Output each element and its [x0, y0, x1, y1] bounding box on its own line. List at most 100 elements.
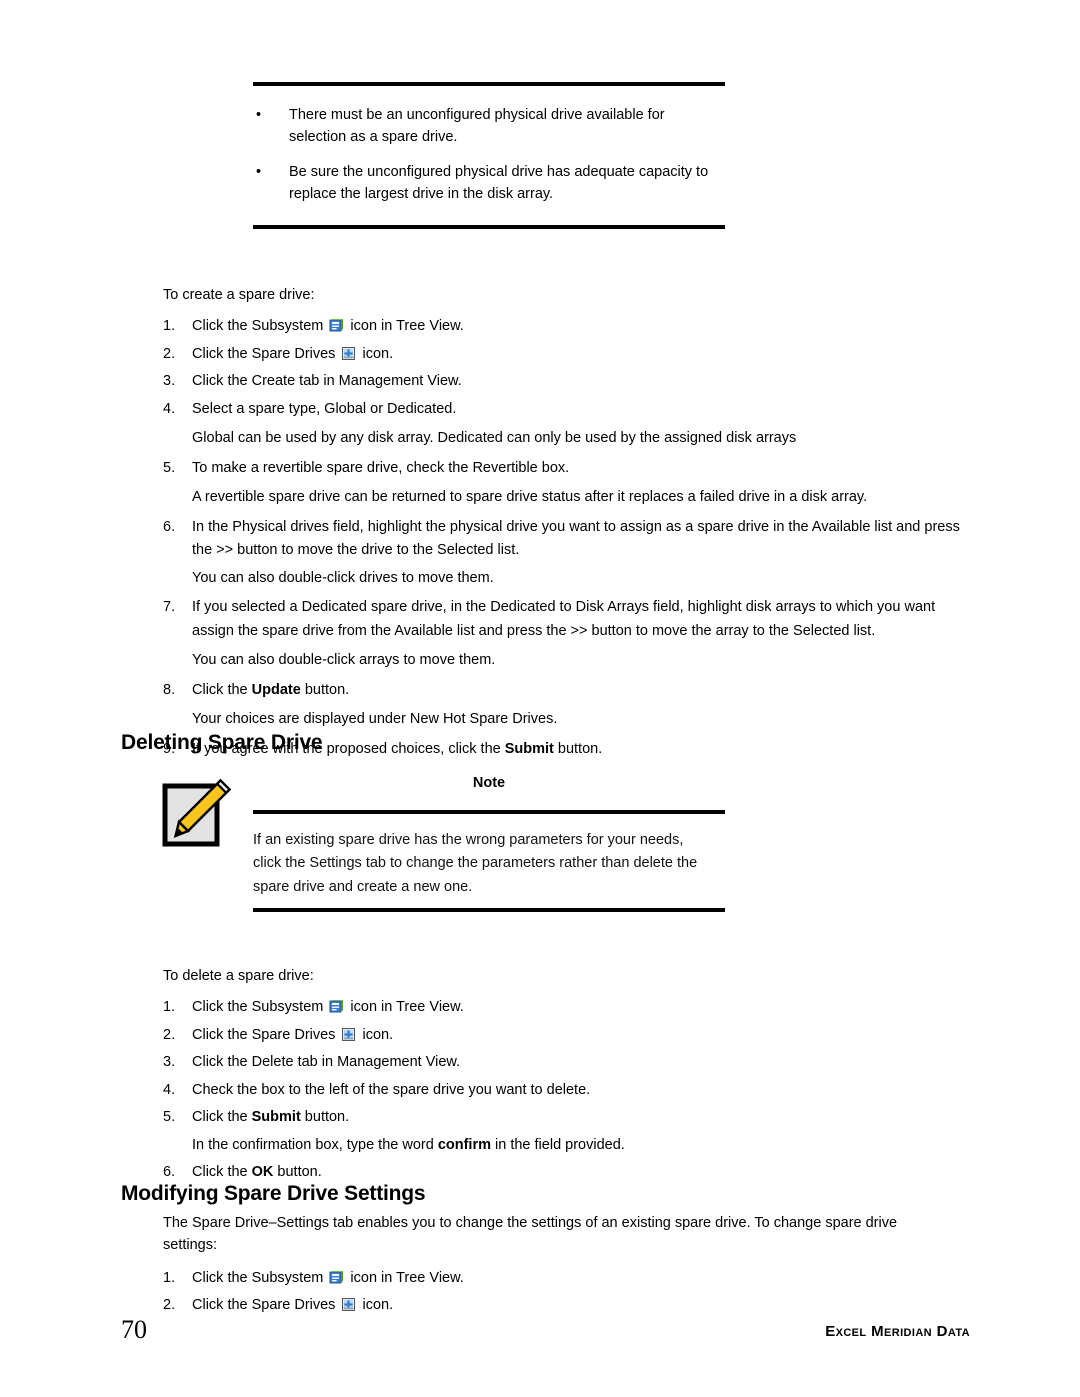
step-explanation: Your choices are displayed under New Hot… — [192, 711, 558, 728]
step-number: 2. — [163, 1297, 176, 1314]
step-number: 1. — [163, 1269, 176, 1286]
procedure-step: 1. Click the Subsystem icon in Tree View… — [163, 996, 963, 1019]
step-text: To make a revertible spare drive, check … — [192, 459, 570, 476]
create-procedure-intro: To create a spare drive: — [163, 287, 315, 303]
procedure-step: 3. Click the Delete tab in Management Vi… — [163, 1051, 963, 1074]
procedure-step: 2. Click the Spare Drives icon. — [163, 343, 963, 366]
procedure-step: 5. To make a revertible spare drive, che… — [163, 457, 963, 480]
step-text-pre: Click the — [192, 681, 252, 698]
step-explanation: In the confirmation box, type the word c… — [192, 1134, 963, 1157]
procedure-step: 2. Click the Spare Drives icon. — [163, 1024, 963, 1047]
step-number: 1. — [163, 999, 176, 1016]
step-text-post: icon. — [358, 1297, 394, 1314]
step-number: 8. — [163, 681, 176, 698]
procedure-step: 1. Click the Subsystem icon in Tree View… — [163, 315, 963, 338]
step-text-pre: Click the — [192, 1109, 252, 1126]
step-text-post: button. — [273, 1164, 322, 1181]
procedure-step: 7. If you selected a Dedicated spare dri… — [163, 596, 963, 643]
step-number: 5. — [163, 459, 176, 476]
step-text: Click the Delete tab in Management View. — [192, 1054, 461, 1071]
step-number: 1. — [163, 318, 176, 335]
subsystem-icon — [329, 999, 344, 1014]
step-number: 5. — [163, 1109, 176, 1126]
step-number: 3. — [163, 373, 176, 390]
explanation-bold-term: confirm — [437, 1136, 491, 1153]
step-bold-term: Update — [251, 681, 301, 698]
step-number: 3. — [163, 1054, 176, 1071]
step-text-pre: Click the Subsystem — [192, 1269, 328, 1286]
step-text: In the Physical drives field, highlight … — [192, 518, 960, 559]
step-text-pre: Click the Subsystem — [192, 999, 328, 1016]
procedure-step: 5. Click the Submit button. — [163, 1106, 963, 1129]
step-text-post: icon. — [358, 345, 394, 362]
step-explanation: Global can be used by any disk array. De… — [192, 430, 797, 447]
step-text-pre: Click the Spare Drives — [192, 1026, 340, 1043]
explanation-pre: In the confirmation box, type the word — [192, 1136, 438, 1153]
step-text-pre: Click the Subsystem — [192, 318, 328, 335]
bullet-item: • Be sure the unconfigured physical driv… — [253, 161, 723, 206]
procedure-step: 4. Select a spare type, Global or Dedica… — [163, 398, 963, 421]
top-callout-bullets: • There must be an unconfigured physical… — [253, 104, 723, 212]
step-text-post: icon. — [358, 1026, 394, 1043]
step-number: 2. — [163, 345, 176, 362]
footer-page-number: 70 — [121, 1315, 147, 1344]
bullet-item: • There must be an unconfigured physical… — [253, 104, 723, 149]
step-text-post: button. — [300, 1109, 350, 1126]
footer-publisher: Excel Meridian Data — [825, 1323, 970, 1340]
step-number: 4. — [163, 1081, 176, 1098]
create-spare-drive-procedure: To create a spare drive: 1. Click the Su… — [163, 284, 963, 765]
step-text: Click the Subsystem icon in Tree View. — [192, 1267, 953, 1290]
step-text: Check the box to the left of the spare d… — [192, 1081, 591, 1098]
modifying-spare-drive-procedure: The Spare Drive–Settings tab enables you… — [163, 1212, 953, 1322]
procedure-step: 2. Click the Spare Drives icon. — [163, 1294, 953, 1317]
step-text-pre: Click the Spare Drives — [192, 1297, 340, 1314]
procedure-step: 3. Click the Create tab in Management Vi… — [163, 370, 963, 393]
spare-drives-icon — [341, 1027, 356, 1042]
spare-drives-icon — [341, 1297, 356, 1312]
note-bottom-rule — [253, 908, 725, 912]
delete-procedure-intro: To delete a spare drive: — [163, 968, 314, 984]
procedure-step: 1. Click the Subsystem icon in Tree View… — [163, 1267, 953, 1290]
step-text-post: icon in Tree View. — [346, 318, 464, 335]
step-text-post: button. — [300, 681, 350, 698]
note-top-rule — [253, 810, 725, 814]
step-text: Click the Spare Drives icon. — [192, 343, 963, 366]
note-text: If an existing spare drive has the wrong… — [253, 832, 698, 895]
step-number: 7. — [163, 599, 176, 616]
subsystem-icon — [329, 318, 344, 333]
step-text: Click the Subsystem icon in Tree View. — [192, 315, 963, 338]
callout-top-rule — [253, 82, 725, 86]
heading-modifying-spare-drive-settings: Modifying Spare Drive Settings — [121, 1182, 426, 1205]
step-text: If you selected a Dedicated spare drive,… — [192, 599, 936, 639]
note-label: Note — [472, 775, 506, 791]
step-text: Click the Update button. — [192, 679, 963, 702]
step-text: Click the Create tab in Management View. — [192, 373, 462, 390]
step-explanation: You can also double-click arrays to move… — [192, 652, 496, 669]
step-number: 4. — [163, 400, 176, 417]
subsystem-icon — [329, 1270, 344, 1285]
bullet-marker: • — [256, 107, 262, 123]
delete-spare-drive-procedure: To delete a spare drive: 1. Click the Su… — [163, 965, 963, 1189]
step-text-post: icon in Tree View. — [346, 1269, 464, 1286]
modifying-procedure-intro: The Spare Drive–Settings tab enables you… — [163, 1215, 898, 1254]
bullet-marker: • — [256, 163, 262, 180]
step-bold-term: Submit — [251, 1109, 301, 1126]
step-text-pre: Click the Spare Drives — [192, 345, 340, 362]
step-text-pre: Click the — [192, 1164, 252, 1181]
step-text: Click the Submit button. — [192, 1106, 963, 1129]
procedure-step: 4. Check the box to the left of the spar… — [163, 1079, 963, 1102]
procedure-step: 8. Click the Update button. — [163, 679, 963, 702]
step-explanation: You can also double-click drives to move… — [192, 569, 494, 586]
procedure-step: 6. In the Physical drives field, highlig… — [163, 516, 963, 563]
step-number: 2. — [163, 1026, 176, 1043]
note-pencil-icon — [160, 778, 236, 855]
step-text: Click the Spare Drives icon. — [192, 1294, 953, 1317]
step-text: Click the Subsystem icon in Tree View. — [192, 996, 963, 1019]
step-text-post: button. — [553, 740, 603, 757]
heading-deleting-spare-drive: Deleting Spare Drive — [121, 731, 323, 754]
step-text: Click the Spare Drives icon. — [192, 1024, 963, 1047]
step-bold-term: Submit — [504, 740, 554, 757]
bullet-text: Be sure the unconfigured physical drive … — [289, 163, 709, 203]
step-bold-term: OK — [251, 1164, 274, 1181]
document-page: • There must be an unconfigured physical… — [0, 0, 1080, 1397]
